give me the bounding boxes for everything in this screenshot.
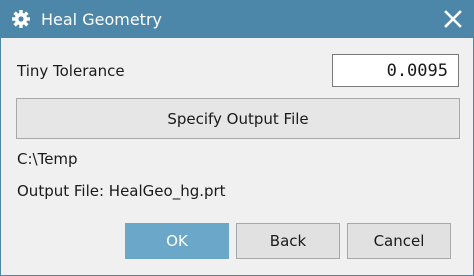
- cancel-button[interactable]: Cancel: [347, 223, 451, 259]
- title-bar: Heal Geometry: [1, 1, 473, 38]
- ok-button[interactable]: OK: [125, 223, 229, 259]
- output-directory-text: C:\Temp: [17, 150, 78, 168]
- tiny-tolerance-input[interactable]: [332, 54, 459, 87]
- back-button[interactable]: Back: [236, 223, 340, 259]
- dialog-title: Heal Geometry: [41, 10, 162, 29]
- gear-icon: [12, 10, 30, 28]
- heal-geometry-dialog: Heal Geometry Tiny Tolerance Specify Out…: [0, 0, 474, 276]
- tiny-tolerance-label: Tiny Tolerance: [17, 62, 125, 80]
- specify-output-file-button[interactable]: Specify Output File: [16, 98, 460, 139]
- output-file-text: Output File: HealGeo_hg.prt: [17, 182, 226, 200]
- close-icon[interactable]: [443, 9, 463, 29]
